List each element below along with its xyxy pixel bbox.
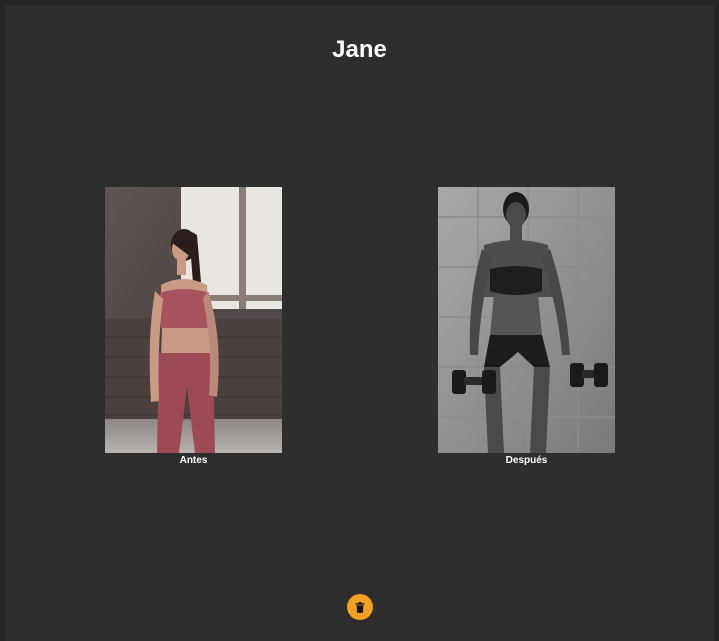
delete-button[interactable] (347, 594, 373, 620)
page-title: Jane (332, 36, 387, 63)
after-caption: Después (505, 455, 548, 466)
before-photo-card: Antes (105, 187, 282, 468)
trash-icon (355, 601, 365, 613)
profile-panel: Jane Antes Después (5, 5, 714, 641)
after-photo-card: Después (438, 187, 615, 468)
after-photo (438, 187, 615, 453)
before-caption: Antes (179, 455, 208, 466)
before-photo (105, 187, 282, 453)
